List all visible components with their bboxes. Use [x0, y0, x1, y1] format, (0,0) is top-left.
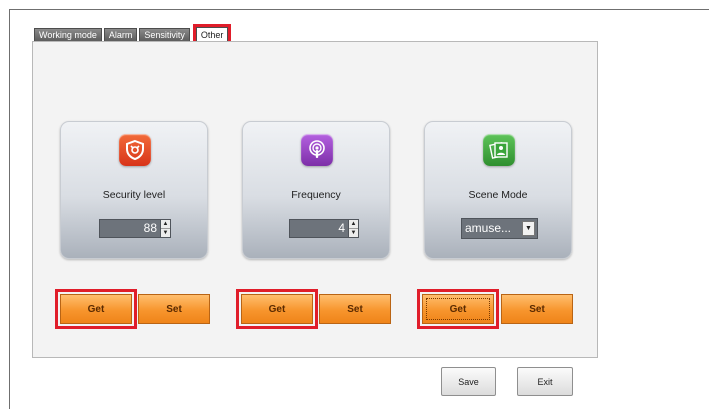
- save-button[interactable]: Save: [441, 367, 496, 396]
- spin-arrows: ▲ ▼: [160, 220, 170, 237]
- spin-up-icon[interactable]: ▲: [349, 220, 358, 229]
- security-level-value[interactable]: 88: [100, 220, 160, 237]
- exit-button[interactable]: Exit: [517, 367, 573, 396]
- frequency-set-button[interactable]: Set: [319, 294, 391, 324]
- podcast-icon: [301, 134, 333, 166]
- security-level-set-button[interactable]: Set: [138, 294, 210, 324]
- shield-icon: [119, 134, 151, 166]
- spin-arrows: ▲ ▼: [348, 220, 358, 237]
- spin-up-icon[interactable]: ▲: [161, 220, 170, 229]
- security-level-card: Security level 88 ▲ ▼: [60, 121, 208, 259]
- scene-mode-value[interactable]: amuse...: [462, 219, 520, 238]
- frequency-card: Frequency 4 ▲ ▼: [242, 121, 390, 259]
- tab-sensitivity[interactable]: Sensitivity: [139, 28, 190, 41]
- scene-mode-get-button[interactable]: Get: [417, 289, 499, 329]
- scene-mode-set-button[interactable]: Set: [501, 294, 573, 324]
- tab-bar: Working mode Alarm Sensitivity Other: [34, 24, 232, 44]
- photos-icon: [483, 134, 515, 166]
- spin-down-icon[interactable]: ▼: [349, 229, 358, 237]
- tab-other[interactable]: Other: [192, 24, 232, 44]
- scene-mode-card: Scene Mode amuse... ▼: [424, 121, 572, 259]
- scene-mode-select[interactable]: amuse... ▼: [461, 218, 538, 239]
- frequency-label: Frequency: [291, 189, 341, 201]
- tab-alarm[interactable]: Alarm: [103, 28, 138, 41]
- chevron-down-icon[interactable]: ▼: [522, 221, 535, 236]
- scene-mode-label: Scene Mode: [468, 189, 528, 201]
- frequency-spinbox[interactable]: 4 ▲ ▼: [289, 219, 359, 238]
- spin-down-icon[interactable]: ▼: [161, 229, 170, 237]
- security-level-get-button[interactable]: Get: [55, 289, 137, 329]
- frequency-value[interactable]: 4: [290, 220, 348, 237]
- security-level-spinbox[interactable]: 88 ▲ ▼: [99, 219, 171, 238]
- frequency-get-button[interactable]: Get: [236, 289, 318, 329]
- security-level-label: Security level: [102, 189, 166, 201]
- tab-working-mode[interactable]: Working mode: [34, 28, 102, 41]
